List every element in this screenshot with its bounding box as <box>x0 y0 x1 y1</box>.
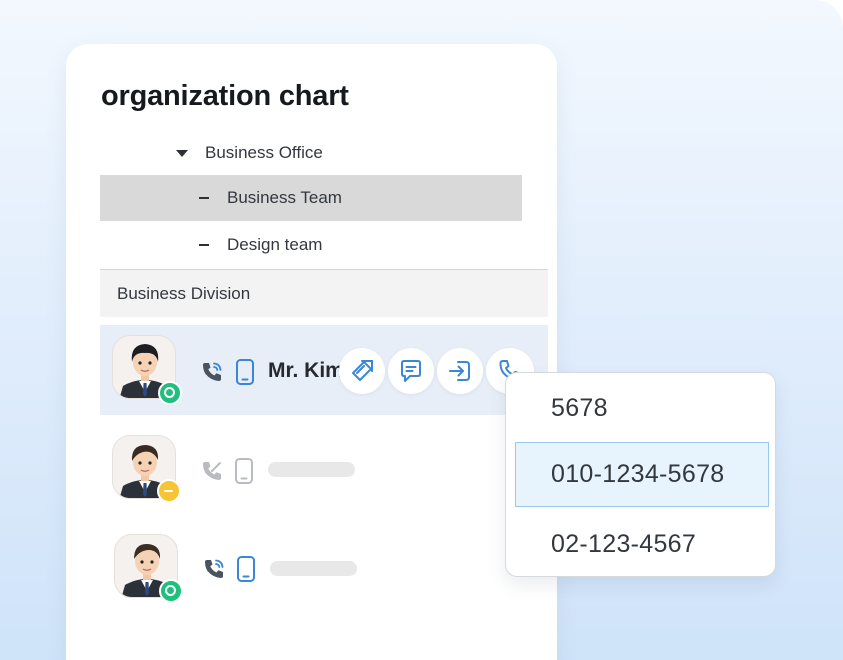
name-placeholder <box>270 561 357 576</box>
panel-title: organization chart <box>101 80 349 112</box>
name-placeholder <box>268 462 355 477</box>
dash-icon <box>199 244 209 246</box>
caret-down-icon[interactable] <box>176 149 188 157</box>
tree-node-business-office[interactable]: Business Office <box>100 130 522 176</box>
status-online-badge <box>159 579 183 603</box>
tree-node-label: Design team <box>227 235 323 254</box>
member-row[interactable]: Mr. Kim <box>100 325 548 415</box>
phone-disabled-icon[interactable] <box>200 459 224 483</box>
dash-icon <box>199 197 209 199</box>
phone-option-selected[interactable]: 010-1234-5678 <box>515 442 769 507</box>
phone-number-dropdown[interactable]: 5678 010-1234-5678 02-123-4567 <box>505 372 776 577</box>
phone-option[interactable]: 02-123-4567 <box>515 512 769 577</box>
member-name: Mr. Kim <box>268 359 344 382</box>
chat-icon <box>401 360 421 382</box>
tree-node-design-team[interactable]: Design team <box>100 222 522 268</box>
tree-node-label: Business Team <box>227 188 342 207</box>
phone-option-label: 02-123-4567 <box>551 530 697 558</box>
phone-call-icon[interactable] <box>200 360 224 384</box>
phone-option-label: 5678 <box>551 394 608 422</box>
org-chart-panel: organization chart Business Office Busin… <box>66 44 557 660</box>
division-label: Business Division <box>117 283 251 303</box>
share-icon <box>449 361 470 381</box>
tree-node-label: Business Office <box>205 143 323 162</box>
status-online-badge <box>158 381 182 405</box>
mobile-phone-icon[interactable] <box>234 457 254 485</box>
chat-button[interactable] <box>388 348 434 394</box>
division-header[interactable]: Business Division <box>100 269 548 317</box>
member-row[interactable] <box>100 524 548 614</box>
status-away-badge <box>157 479 181 503</box>
send-file-icon <box>352 360 373 381</box>
mobile-phone-icon[interactable] <box>235 358 255 386</box>
phone-option[interactable]: 5678 <box>515 376 769 441</box>
phone-call-icon[interactable] <box>202 557 226 581</box>
phone-option-label: 010-1234-5678 <box>551 460 725 488</box>
member-row[interactable] <box>100 425 548 515</box>
mobile-phone-icon[interactable] <box>236 555 256 583</box>
tree-node-business-team[interactable]: Business Team <box>100 175 522 221</box>
share-button[interactable] <box>437 348 483 394</box>
send-file-button[interactable] <box>339 348 385 394</box>
